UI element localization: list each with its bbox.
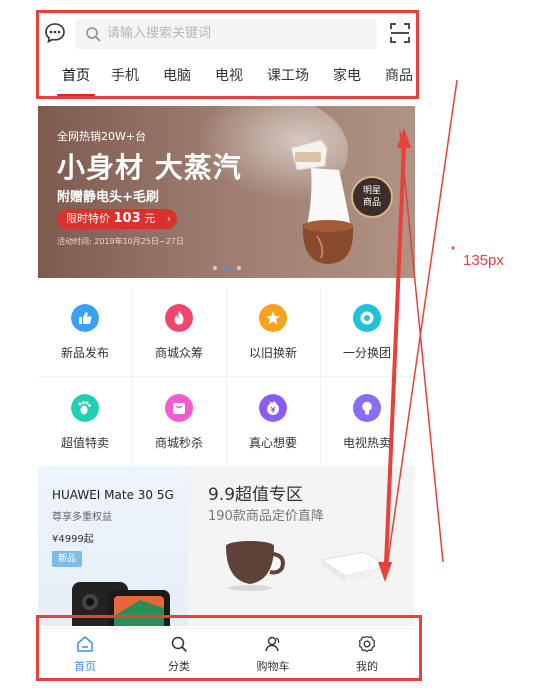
phone-screen: 请输入搜索关键词 首页 手机 电脑 电视 课工场 家电 商品 全网热销20W+台… — [38, 12, 415, 680]
promo-huawei-card[interactable]: HUAWEI Mate 30 5G 尊享多重权益 ¥4999起 新品 — [38, 466, 188, 626]
star-icon — [259, 304, 287, 332]
grid-item-crowdfunding[interactable]: 商城众筹 — [132, 286, 226, 376]
thumbs-up-icon — [71, 304, 99, 332]
promo-huawei-price: ¥4999起 — [52, 534, 94, 545]
promo-banner[interactable]: 全网热销20W+台 小身材 大蒸汽 附赠静电头+毛刷 限时特价 103 元 › … — [38, 106, 415, 278]
grid-item-label: 真心想要 — [248, 436, 297, 450]
pill-price: 103 — [113, 211, 141, 226]
promo-value-title: 9.9超值专区 — [208, 485, 304, 505]
carousel-dot[interactable] — [237, 266, 241, 270]
banner-date-text: 活动时间: 2019年10月25日~27日 — [57, 237, 184, 246]
grid-item-label: 电视热卖 — [342, 436, 391, 450]
measurement-label: 135px — [463, 252, 504, 269]
coffee-cup-image — [226, 541, 285, 591]
promo-value-zone-card[interactable]: 9.9超值专区 190款商品定价直降 — [188, 466, 415, 626]
carousel-dots — [213, 266, 243, 270]
grid-item-label: 商城众筹 — [154, 346, 203, 360]
target-icon — [353, 304, 381, 332]
star-product-badge: 明星 商品 — [351, 176, 393, 218]
banner-gift-text: 附赠静电头+毛刷 — [57, 190, 159, 205]
grid-item-label: 超值特卖 — [60, 436, 109, 450]
promo-huawei-subtitle: 尊享多重权益 — [52, 512, 112, 523]
grid-item-trade-in[interactable]: 以旧换新 — [226, 286, 320, 376]
banner-headline: 小身材 大蒸汽 — [57, 151, 242, 184]
grid-item-label: 一分换团 — [342, 346, 391, 360]
feature-grid: 新品发布 商城众筹 以旧换新 一分换团 超值特卖 商城秒杀 真心想要 电视热卖 — [38, 286, 415, 466]
badge-line1: 明星 — [362, 186, 381, 196]
grid-item-tv-hot[interactable]: 电视热卖 — [320, 376, 414, 466]
new-tag-badge: 新品 — [52, 551, 83, 567]
coin-icon — [259, 394, 287, 422]
lightbulb-icon — [353, 394, 381, 422]
promo-value-subtitle: 190款商品定价直降 — [208, 509, 324, 524]
header-highlight-box — [36, 10, 419, 99]
grid-item-label: 新品发布 — [60, 346, 109, 360]
shopping-bag-icon — [165, 394, 193, 422]
grid-item-new-release[interactable]: 新品发布 — [38, 286, 132, 376]
pill-suffix: 元 — [144, 212, 156, 225]
carousel-dot-active[interactable] — [225, 266, 229, 270]
flame-icon — [165, 304, 193, 332]
grid-item-penny-group[interactable]: 一分换团 — [320, 286, 414, 376]
footprint-icon — [71, 394, 99, 422]
grid-item-flash-sale[interactable]: 商城秒杀 — [132, 376, 226, 466]
chevron-right-icon: › — [166, 212, 172, 225]
bottom-nav-highlight-box — [36, 615, 422, 681]
banner-price-pill[interactable]: 限时特价 103 元 › — [57, 209, 178, 229]
pill-prefix: 限时特价 — [66, 212, 110, 225]
badge-line2: 商品 — [362, 198, 381, 208]
grid-item-value-sale[interactable]: 超值特卖 — [38, 376, 132, 466]
grid-item-label: 以旧换新 — [248, 346, 297, 360]
carousel-dot[interactable] — [213, 266, 217, 270]
tissue-pack-image — [320, 551, 390, 582]
banner-sales-text: 全网热销20W+台 — [57, 130, 147, 143]
grid-item-label: 商城秒杀 — [154, 436, 203, 450]
promo-huawei-title: HUAWEI Mate 30 5G — [52, 488, 174, 502]
grid-item-wishlist[interactable]: 真心想要 — [226, 376, 320, 466]
